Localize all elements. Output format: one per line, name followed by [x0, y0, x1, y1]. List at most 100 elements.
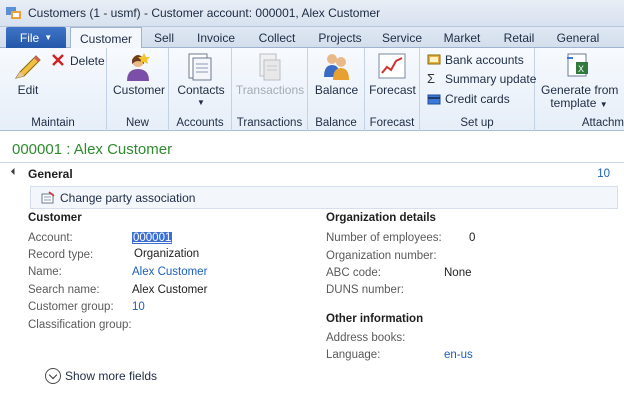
tab-collect[interactable]: Collect — [252, 27, 302, 48]
record-type-label: Record type: — [28, 249, 94, 261]
collapse-triangle-icon — [10, 167, 19, 176]
tab-market[interactable]: Market — [440, 27, 484, 48]
generate-from-template-button[interactable]: Generate from template ▼ — [541, 83, 619, 111]
bank-accounts-button[interactable]: Bank accounts — [427, 53, 524, 67]
group-forecast: Forecast Forecast — [365, 48, 420, 131]
customer-person-icon[interactable] — [124, 52, 152, 85]
tab-invoice[interactable]: Invoice — [192, 27, 240, 48]
group-label-accounts: Accounts — [176, 117, 224, 129]
window-title: Customers (1 - usmf) - Customer account:… — [28, 6, 381, 20]
change-party-label: Change party association — [60, 191, 196, 205]
group-label-transactions: Transactions — [236, 117, 303, 129]
tab-label: Invoice — [196, 30, 236, 45]
search-name-label: Search name: — [28, 284, 100, 296]
credit-card-icon — [427, 92, 441, 106]
edit-button[interactable]: Edit — [10, 84, 46, 97]
pencil-icon[interactable] — [12, 54, 42, 85]
change-party-association-button[interactable]: Change party association — [41, 191, 195, 205]
fasttab-general-header[interactable]: General 10 — [0, 164, 624, 184]
dynamics-app-icon — [6, 6, 22, 20]
group-maintain: Edit Delete Maintain — [0, 48, 107, 131]
contacts-button[interactable]: Contacts — [171, 84, 231, 97]
account-label: Account: — [28, 232, 73, 244]
sigma-icon: Σ — [427, 71, 436, 86]
chevron-down-icon: ▼ — [197, 98, 205, 107]
delete-x-icon — [52, 54, 66, 68]
group-balance: Balance Balance — [308, 48, 365, 131]
transactions-button: Transactions — [235, 83, 305, 97]
tab-label: Market — [443, 30, 481, 45]
generate-template-icon[interactable]: X — [565, 52, 591, 81]
transactions-icon — [256, 52, 282, 85]
file-tab[interactable]: File ▼ — [6, 27, 66, 48]
language-value[interactable]: en-us — [444, 349, 473, 361]
chevron-down-icon: ▼ — [44, 33, 53, 42]
address-books-label: Address books: — [326, 332, 406, 344]
abc-code-label: ABC code: — [326, 267, 381, 279]
tab-label: Customer — [79, 31, 132, 46]
account-value[interactable]: 000001 — [132, 232, 173, 244]
credit-cards-button[interactable]: Credit cards — [427, 92, 510, 106]
delete-button[interactable]: Delete — [52, 54, 105, 68]
fasttab-title: General — [28, 167, 73, 181]
expand-circle-icon — [45, 368, 61, 384]
bank-accounts-label: Bank accounts — [445, 53, 524, 67]
group-transactions: Transactions Transactions — [232, 48, 308, 131]
tab-label: Service — [381, 30, 422, 45]
group-setup: Bank accounts Σ Summary update Credit ca… — [420, 48, 537, 131]
forecast-chart-icon[interactable] — [378, 53, 406, 82]
title-bar: Customers (1 - usmf) - Customer account:… — [0, 0, 624, 27]
tab-label: Sell — [153, 30, 174, 45]
group-label-setup: Set up — [460, 117, 494, 129]
new-customer-button[interactable]: Customer — [109, 84, 169, 97]
delete-label: Delete — [70, 54, 105, 68]
tab-sell[interactable]: Sell — [146, 27, 182, 48]
record-type-value[interactable]: Organization — [134, 248, 199, 260]
group-attachments: X Generate from template ▼ Attachm — [535, 48, 624, 131]
party-association-icon — [41, 191, 55, 205]
tab-label: General — [556, 30, 600, 45]
group-label-forecast: Forecast — [369, 117, 415, 129]
bank-icon — [427, 53, 441, 67]
forecast-button[interactable]: Forecast — [365, 84, 420, 97]
classification-group-label: Classification group: — [28, 319, 132, 331]
group-label-attachments: Attachm — [581, 117, 624, 129]
abc-code-value[interactable]: None — [444, 267, 472, 279]
customer-section-title: Customer — [28, 212, 82, 224]
generate-line2: template — [550, 96, 597, 110]
organization-details-title: Organization details — [326, 212, 436, 224]
balance-button[interactable]: Balance — [308, 84, 365, 97]
chevron-down-icon: ▼ — [599, 100, 608, 109]
customer-group-value[interactable]: 10 — [132, 301, 145, 313]
number-of-employees-value[interactable]: 0 — [469, 232, 475, 244]
group-new: Customer New — [107, 48, 169, 131]
tab-general[interactable]: General — [552, 27, 604, 48]
name-value[interactable]: Alex Customer — [132, 266, 207, 278]
tab-retail[interactable]: Retail — [498, 27, 540, 48]
tab-label: Collect — [258, 30, 296, 45]
fasttab-action-pane: Change party association — [30, 186, 618, 209]
tab-projects[interactable]: Projects — [314, 27, 366, 48]
number-of-employees-label: Number of employees: — [326, 232, 442, 244]
tab-customer[interactable]: Customer — [70, 27, 142, 49]
language-label: Language: — [326, 349, 381, 361]
generate-line1: Generate from — [541, 83, 619, 97]
customer-group-label: Customer group: — [28, 301, 114, 313]
group-accounts: Contacts ▼ Accounts — [169, 48, 232, 131]
other-information-title: Other information — [326, 313, 424, 325]
balance-people-icon[interactable] — [321, 51, 351, 84]
tab-label: Retail — [503, 30, 535, 45]
show-more-fields-button[interactable]: Show more fields — [45, 368, 157, 384]
summary-update-button[interactable]: Σ Summary update — [427, 71, 537, 87]
summary-update-label: Summary update — [445, 72, 537, 86]
show-more-fields-label: Show more fields — [65, 369, 158, 383]
search-name-value[interactable]: Alex Customer — [132, 284, 207, 296]
record-title: 000001 : Alex Customer — [12, 141, 173, 158]
duns-number-label: DUNS number: — [326, 284, 404, 296]
ribbon-tab-row: File ▼ Customer Sell Invoice Collect Pro… — [0, 27, 624, 49]
file-tab-label: File — [19, 30, 40, 45]
group-label-new: New — [125, 117, 149, 129]
contacts-icon[interactable] — [187, 52, 213, 85]
credit-cards-label: Credit cards — [445, 92, 510, 106]
tab-service[interactable]: Service — [378, 27, 426, 48]
